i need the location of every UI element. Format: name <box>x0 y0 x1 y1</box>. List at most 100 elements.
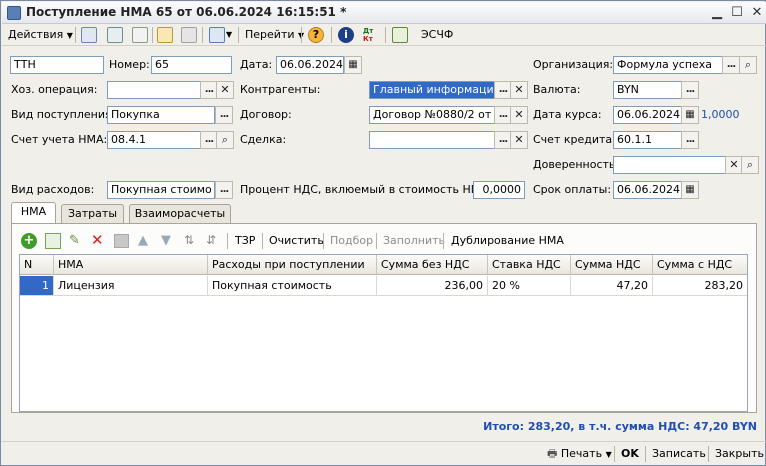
toolbar: Действия ▼ ▼ Перейти ▼ ? i ДтКт ЭСЧФ <box>2 24 766 46</box>
add-row-icon[interactable]: + <box>21 233 37 249</box>
col-header-sum-no-vat[interactable]: Сумма без НДС <box>377 255 488 275</box>
currency-label: Валюта: <box>533 83 581 96</box>
info-icon[interactable]: i <box>338 27 354 43</box>
vat-in-cost-field[interactable]: 0,0000 <box>473 181 525 199</box>
cell-vat-rate[interactable]: 20 % <box>488 276 571 296</box>
col-header-n[interactable]: N <box>20 255 54 275</box>
copy-row-icon[interactable] <box>45 233 61 249</box>
cell-nma[interactable]: Лицензия <box>54 276 208 296</box>
cell-sum-no-vat[interactable]: 236,00 <box>377 276 488 296</box>
clear-button[interactable]: Очистить <box>269 233 324 249</box>
minimize-icon[interactable]: ▁ <box>707 4 727 22</box>
cell-vat-sum[interactable]: 47,20 <box>571 276 653 296</box>
separator <box>376 233 377 249</box>
org-search-icon[interactable]: ⌕ <box>739 56 757 74</box>
col-header-vat-sum[interactable]: Сумма НДС <box>571 255 653 275</box>
document-window: Поступление НМА 65 от 06.06.2024 16:15:5… <box>0 0 766 466</box>
counterparty-label: Контрагенты: <box>240 83 321 96</box>
close-button[interactable]: Закрыть <box>715 445 764 463</box>
sort-asc-icon[interactable]: ⇅ <box>184 232 194 248</box>
org-field[interactable]: Формула успеха <box>613 56 740 74</box>
proxy-field[interactable] <box>613 156 727 174</box>
debit-credit-icon[interactable]: Дт Кт <box>363 27 379 43</box>
contract-clear-icon[interactable]: ✕ <box>510 106 528 124</box>
proxy-label: Доверенность: <box>533 158 620 171</box>
separator <box>331 27 332 43</box>
tzr-button[interactable]: ТЗР <box>235 233 255 249</box>
receipt-type-field[interactable]: Покупка <box>107 106 215 124</box>
move-down-icon[interactable]: ▼ <box>161 233 171 249</box>
due-date-label: Срок оплаты: <box>533 183 612 196</box>
contract-field[interactable]: Договор №0880/2 от 28 <box>369 106 495 124</box>
structure-icon[interactable] <box>392 27 408 43</box>
due-date-field[interactable]: 06.06.2024 <box>613 181 683 199</box>
doc-type-field[interactable]: ТТН <box>10 56 104 74</box>
pick-button[interactable]: Подбор <box>330 233 373 249</box>
receipt-type-label: Вид поступления: <box>11 108 116 121</box>
maximize-icon[interactable]: ☐ <box>727 4 747 22</box>
calendar-icon[interactable]: ▦ <box>681 106 699 124</box>
tab-nma[interactable]: НМА <box>11 202 56 224</box>
go-menu[interactable]: Перейти ▼ <box>245 26 304 44</box>
end-edit-icon[interactable] <box>114 234 129 248</box>
calendar-icon[interactable]: ▦ <box>681 181 699 199</box>
currency-select-button[interactable]: ... <box>681 81 699 99</box>
col-header-vat-rate[interactable]: Ставка НДС <box>488 255 571 275</box>
based-on-icon[interactable] <box>209 27 225 43</box>
deal-clear-icon[interactable]: ✕ <box>510 131 528 149</box>
currency-field[interactable]: BYN <box>613 81 683 99</box>
post-document-icon[interactable] <box>157 27 173 43</box>
separator <box>262 233 263 249</box>
unpost-document-icon[interactable] <box>181 27 197 43</box>
receipt-type-select-button[interactable]: ... <box>215 106 233 124</box>
close-window-icon[interactable]: ✕ <box>747 4 766 22</box>
move-up-icon[interactable]: ▲ <box>138 233 148 249</box>
sort-desc-icon[interactable]: ⇵ <box>206 232 216 248</box>
based-on-chevron-icon[interactable]: ▼ <box>226 26 232 44</box>
proxy-search-icon[interactable]: ⌕ <box>741 156 759 174</box>
tab-costs[interactable]: Затраты <box>61 204 124 223</box>
tab-settlements[interactable]: Взаиморасчеты <box>129 204 231 223</box>
expense-type-select-button[interactable]: ... <box>215 181 233 199</box>
edit-row-icon[interactable]: ✎ <box>69 233 83 249</box>
number-field[interactable]: 65 <box>151 56 232 74</box>
counterparty-clear-icon[interactable]: ✕ <box>510 81 528 99</box>
duplicate-nma-button[interactable]: Дублирование НМА <box>451 233 564 249</box>
eschf-button[interactable]: ЭСЧФ <box>421 26 453 44</box>
post-and-close-icon[interactable] <box>81 27 97 43</box>
refresh-icon[interactable] <box>107 27 123 43</box>
fill-button[interactable]: Заполнить <box>383 233 445 249</box>
rate-date-field[interactable]: 06.06.2024 <box>613 106 683 124</box>
col-header-nma[interactable]: НМА <box>54 255 208 275</box>
print-label: Печать <box>560 447 603 460</box>
col-header-sum-with-vat[interactable]: Сумма с НДС <box>653 255 747 275</box>
col-header-expenses[interactable]: Расходы при поступлении <box>208 255 377 275</box>
business-op-field[interactable] <box>107 81 215 99</box>
help-icon[interactable]: ? <box>308 27 324 43</box>
deal-field[interactable] <box>369 131 495 149</box>
row-number[interactable]: 1 <box>20 276 54 296</box>
exchange-rate-link[interactable]: 1,0000 <box>701 107 740 123</box>
expense-type-field[interactable]: Покупная стоимо <box>107 181 215 199</box>
account-field[interactable]: 08.4.1 <box>107 131 215 149</box>
org-select-button[interactable]: ... <box>722 56 740 74</box>
credit-account-select-button[interactable]: ... <box>681 131 699 149</box>
account-search-icon[interactable]: ⌕ <box>216 131 234 149</box>
calendar-icon[interactable]: ▦ <box>344 56 362 74</box>
copy-icon[interactable] <box>132 27 148 43</box>
save-button[interactable]: Записать <box>652 445 706 463</box>
credit-account-field[interactable]: 60.1.1 <box>613 131 683 149</box>
actions-menu[interactable]: Действия ▼ <box>8 26 73 44</box>
table-row[interactable]: 1 Лицензия Покупная стоимость 236,00 20 … <box>20 276 747 296</box>
bottom-bar: 🖶 Печать ▼ OK Записать Закрыть <box>2 441 766 465</box>
cell-sum-with-vat[interactable]: 283,20 <box>653 276 747 296</box>
date-field[interactable]: 06.06.2024 <box>276 56 344 74</box>
counterparty-field[interactable]: Главный информационн <box>369 81 495 99</box>
delete-row-icon[interactable]: ✕ <box>91 232 105 248</box>
print-menu[interactable]: 🖶 Печать ▼ <box>547 445 612 463</box>
separator <box>385 27 386 43</box>
nma-table[interactable]: N НМА Расходы при поступлении Сумма без … <box>19 254 748 412</box>
cell-expenses[interactable]: Покупная стоимость <box>208 276 377 296</box>
business-op-clear-icon[interactable]: ✕ <box>216 81 234 99</box>
ok-button[interactable]: OK <box>621 445 639 463</box>
